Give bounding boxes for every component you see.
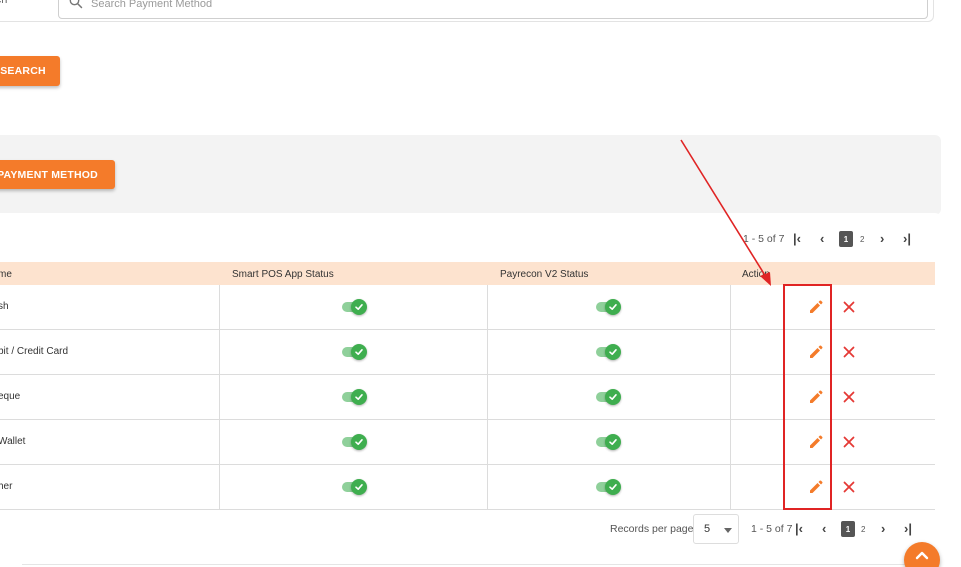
caret-down-icon [724,528,732,533]
last-page-icon[interactable]: ›| [904,522,912,535]
records-per-page-select[interactable]: 5 [693,514,739,544]
pagination-range-bottom: 1 - 5 of 7 [751,523,793,535]
records-per-page-label: Records per page [610,523,694,535]
footer-divider [22,564,935,565]
chevron-left-icon[interactable]: ‹ [822,522,826,535]
chevron-right-icon[interactable]: › [881,522,885,535]
chevron-up-icon [915,551,929,560]
first-page-icon[interactable]: |‹ [795,522,803,535]
records-per-page-value: 5 [704,523,711,535]
page-button-active-bottom[interactable]: 1 [841,521,855,537]
page-button-2-bottom[interactable]: 2 [861,525,865,534]
payment-methods-page: arch SEARCH PAYMENT METHOD 1 - 5 of 7 |‹… [0,0,961,567]
red-arrow-annotation [680,139,771,286]
